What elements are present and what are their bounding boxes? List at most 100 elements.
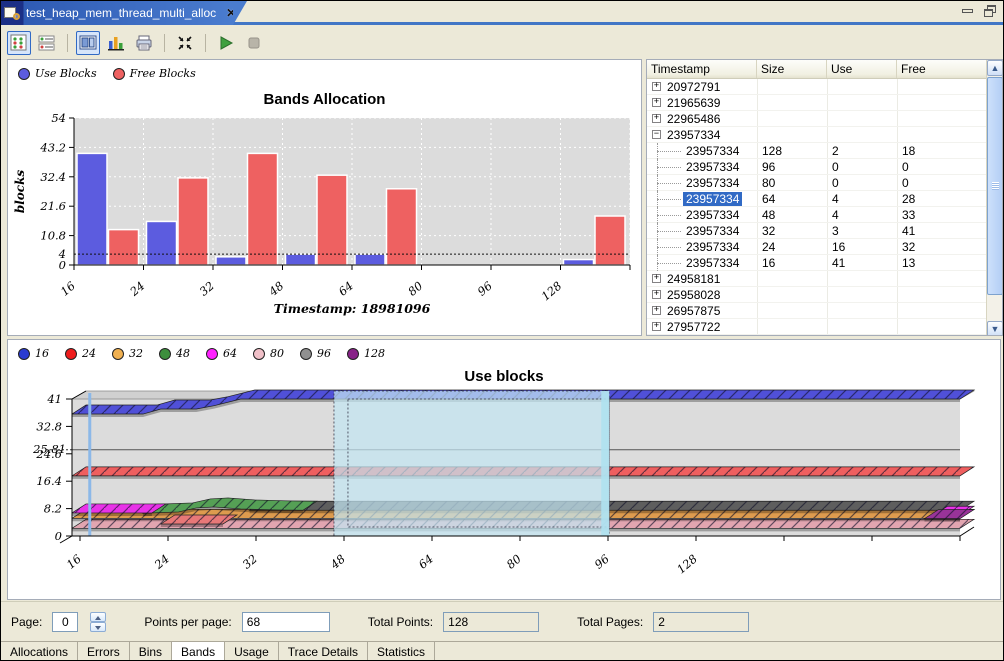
use-bar[interactable] [77, 153, 107, 265]
timestamp-cell[interactable]: 23957334 [683, 256, 742, 270]
timestamp-cell[interactable]: 26957875 [667, 304, 720, 318]
free-bar[interactable] [387, 189, 417, 265]
timestamp-cell[interactable]: 23957334 [683, 240, 742, 254]
use-bar[interactable] [147, 221, 177, 265]
size-cell[interactable]: 48 [757, 208, 827, 222]
expand-icon[interactable]: + [652, 98, 661, 107]
fit-window-button[interactable] [173, 31, 197, 55]
scroll-down-icon[interactable]: ▼ [987, 321, 1003, 336]
use-blocks-chart[interactable]: 08.216.424.632.84125.8116243248648096128 [8, 388, 1000, 600]
timestamp-cell[interactable]: 23957334 [667, 128, 720, 142]
timestamp-cell[interactable]: 21965639 [667, 96, 720, 110]
table-row[interactable]: 23957334 164113 [647, 255, 987, 271]
table-row[interactable]: +25958028 [647, 287, 987, 303]
free-bar[interactable] [248, 153, 278, 265]
spinner-up-icon[interactable] [90, 612, 106, 622]
points-per-page-input[interactable] [242, 612, 330, 632]
scroll-up-icon[interactable]: ▲ [987, 60, 1003, 76]
size-cell[interactable]: 64 [757, 192, 827, 206]
table-row[interactable]: +26957875 [647, 303, 987, 319]
expand-icon[interactable]: + [652, 306, 661, 315]
list-view-button[interactable] [35, 31, 59, 55]
maximize-button[interactable] [983, 5, 997, 17]
overview-button[interactable] [76, 31, 100, 55]
timestamp-cell[interactable]: 23957334 [683, 176, 742, 190]
use-cell[interactable]: 3 [827, 224, 897, 238]
free-cell[interactable]: 32 [897, 240, 987, 254]
table-row[interactable]: 23957334 48433 [647, 207, 987, 223]
use-cell[interactable]: 2 [827, 144, 897, 158]
free-cell[interactable]: 13 [897, 256, 987, 270]
expand-icon[interactable]: + [652, 274, 661, 283]
table-row[interactable]: −23957334 [647, 127, 987, 143]
use-cell[interactable]: 41 [827, 256, 897, 270]
table-scrollbar[interactable]: ▲ ▼ [986, 60, 1002, 336]
column-header-size[interactable]: Size [757, 60, 827, 78]
table-row[interactable]: 23957334 241632 [647, 239, 987, 255]
expand-icon[interactable]: + [652, 290, 661, 299]
free-cell[interactable]: 0 [897, 176, 987, 190]
use-bar[interactable] [355, 254, 385, 265]
free-bar[interactable] [109, 230, 139, 265]
collapse-icon[interactable]: − [652, 130, 661, 139]
table-row[interactable]: 23957334 32341 [647, 223, 987, 239]
tab-trace-details[interactable]: Trace Details [279, 642, 368, 661]
size-cell[interactable]: 80 [757, 176, 827, 190]
stop-button[interactable] [242, 31, 266, 55]
use-bar[interactable] [564, 260, 594, 265]
page-input[interactable] [52, 612, 78, 632]
table-row[interactable]: 23957334128218 [647, 143, 987, 159]
spinner-down-icon[interactable] [90, 622, 106, 632]
use-cell[interactable]: 4 [827, 208, 897, 222]
column-header-timestamp[interactable]: Timestamp [647, 60, 757, 78]
timestamp-cell[interactable]: 22965486 [667, 112, 720, 126]
free-cell[interactable]: 41 [897, 224, 987, 238]
view-tab[interactable]: test_heap_mem_thread_multi_alloc ✕ [1, 1, 233, 25]
size-cell[interactable]: 16 [757, 256, 827, 270]
use-bar[interactable] [216, 257, 246, 265]
expand-icon[interactable]: + [652, 114, 661, 123]
timestamp-cell[interactable]: 23957334 [683, 224, 742, 238]
column-header-free[interactable]: Free [897, 60, 987, 78]
table-row[interactable]: 2395733464428 [647, 191, 987, 207]
print-button[interactable] [132, 31, 156, 55]
expand-icon[interactable]: + [652, 82, 661, 91]
size-cell[interactable]: 32 [757, 224, 827, 238]
free-bar[interactable] [317, 175, 347, 265]
tab-allocations[interactable]: Allocations [1, 642, 78, 661]
bands-allocation-chart[interactable]: 010.821.632.443.254416243248648096128blo… [8, 112, 640, 334]
table-row[interactable]: +22965486 [647, 111, 987, 127]
use-bar[interactable] [286, 254, 316, 265]
timestamp-cell[interactable]: 23957334 [683, 144, 742, 158]
size-cell[interactable]: 24 [757, 240, 827, 254]
use-cell[interactable]: 0 [827, 160, 897, 174]
timestamp-cell[interactable]: 23957334 [683, 160, 742, 174]
use-cell[interactable]: 16 [827, 240, 897, 254]
timestamp-cell[interactable]: 25958028 [667, 288, 720, 302]
free-bar[interactable] [595, 216, 625, 265]
size-cell[interactable]: 128 [757, 144, 827, 158]
tab-statistics[interactable]: Statistics [368, 642, 435, 661]
expand-icon[interactable]: + [652, 322, 661, 331]
run-button[interactable] [214, 31, 238, 55]
tab-bins[interactable]: Bins [130, 642, 172, 661]
zoom-selection-region[interactable] [334, 391, 609, 536]
grid-view-button[interactable] [7, 31, 31, 55]
tab-usage[interactable]: Usage [225, 642, 279, 661]
tab-errors[interactable]: Errors [78, 642, 130, 661]
chart-button[interactable] [104, 31, 128, 55]
table-row[interactable]: +21965639 [647, 95, 987, 111]
timestamp-cell[interactable]: 24958181 [667, 272, 720, 286]
timestamp-cell[interactable]: 23957334 [683, 208, 742, 222]
scrollbar-thumb[interactable] [987, 77, 1003, 295]
tab-bands[interactable]: Bands [171, 642, 225, 661]
size-cell[interactable]: 96 [757, 160, 827, 174]
table-row[interactable]: +20972791 [647, 79, 987, 95]
minimize-button[interactable] [961, 5, 975, 17]
use-cell[interactable]: 0 [827, 176, 897, 190]
timestamp-cell-selected[interactable]: 23957334 [683, 192, 742, 206]
table-row[interactable]: 239573348000 [647, 175, 987, 191]
free-cell[interactable]: 0 [897, 160, 987, 174]
free-cell[interactable]: 33 [897, 208, 987, 222]
timestamp-cell[interactable]: 20972791 [667, 80, 720, 94]
